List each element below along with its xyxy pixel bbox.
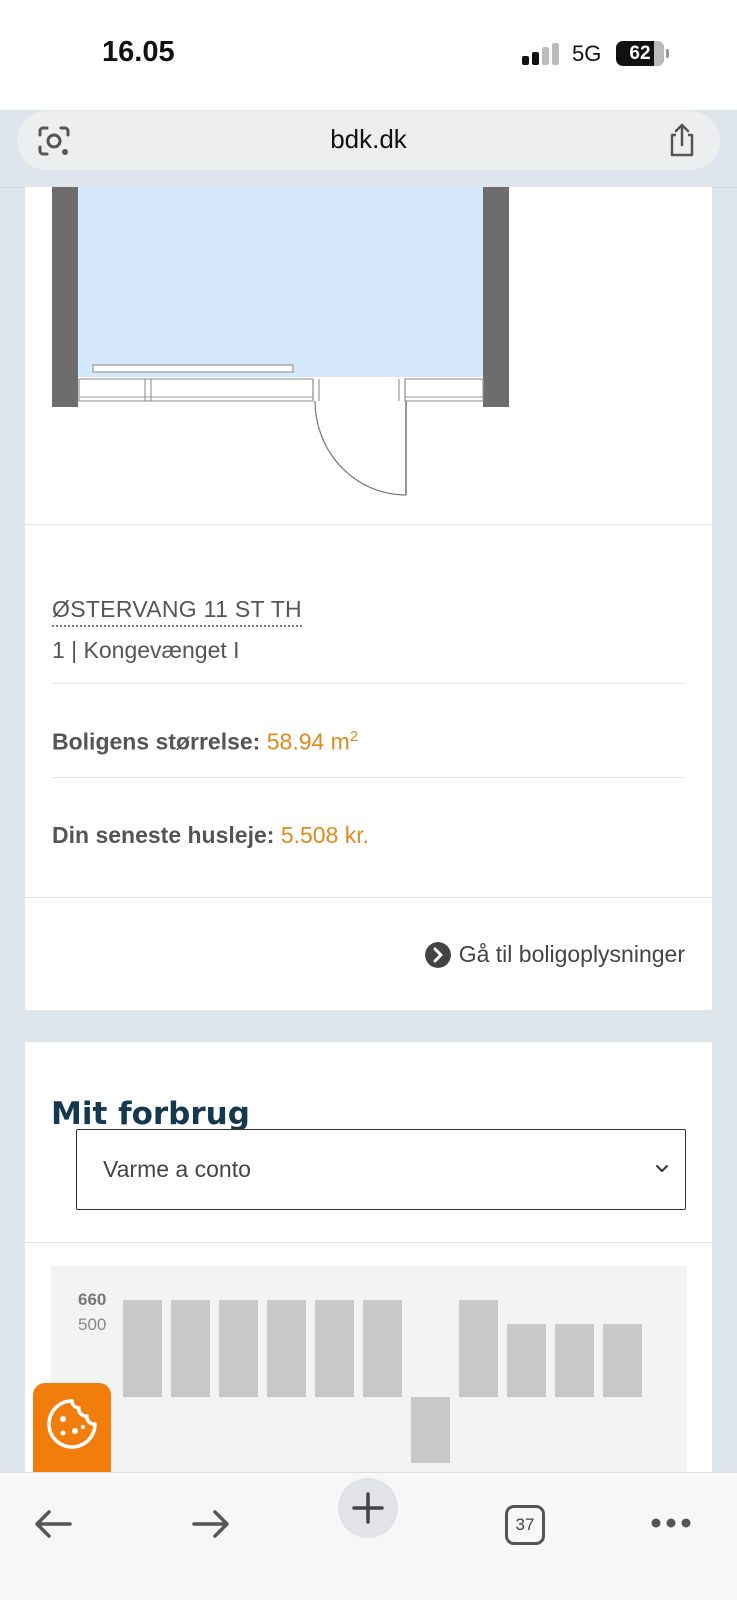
chart-bar[interactable] xyxy=(507,1323,546,1397)
arrow-left-icon[interactable] xyxy=(32,1509,74,1539)
divider xyxy=(25,897,712,898)
y-tick-label: 500 xyxy=(78,1315,107,1334)
residence-rent-row: Din seneste husleje: 5.508 kr. xyxy=(52,822,369,849)
status-time: 16.05 xyxy=(102,36,175,68)
cookie-icon xyxy=(47,1399,97,1449)
floor-plan-image xyxy=(52,187,509,496)
residence-rent-value: 5.508 kr. xyxy=(280,822,370,848)
consumption-type-select[interactable]: Varme a conto xyxy=(76,1129,686,1210)
divider xyxy=(25,524,712,525)
page-content[interactable]: ØSTERVANG 11 ST TH 1 | Kongevænget I Bol… xyxy=(0,187,737,1472)
go-to-residence-info-label[interactable]: Gå til boligoplysninger xyxy=(459,941,685,968)
divider xyxy=(52,777,685,778)
consumption-card: Mit forbrug Varme a conto 660 500 xyxy=(25,1042,712,1472)
battery-icon: 62 xyxy=(616,41,664,66)
chart-bar[interactable] xyxy=(363,1300,402,1397)
chart-bar[interactable] xyxy=(411,1397,450,1464)
url-bar[interactable]: bdk.dk xyxy=(17,111,720,170)
chart-bar[interactable] xyxy=(555,1323,594,1397)
residence-department: 1 | Kongevænget I xyxy=(52,637,240,663)
chart-bar[interactable] xyxy=(315,1300,354,1397)
residence-size-unit: 2 xyxy=(349,728,359,745)
chevron-down-icon xyxy=(656,1165,668,1172)
y-tick-label: 660 xyxy=(78,1290,107,1309)
tab-count: 37 xyxy=(515,1515,535,1534)
chart-bar[interactable] xyxy=(459,1300,498,1397)
chart-bar[interactable] xyxy=(123,1300,162,1397)
divider xyxy=(52,683,685,684)
residence-size-label: Boligens størrelse: xyxy=(52,728,261,755)
more-dots-icon[interactable] xyxy=(650,1517,692,1529)
residence-size-value: 58.94 m xyxy=(266,728,350,755)
consumption-chart: 660 500 xyxy=(51,1266,687,1472)
consumption-type-selected: Varme a conto xyxy=(103,1156,251,1182)
chevron-circle-right-icon xyxy=(424,941,451,968)
go-to-residence-info-link[interactable]: Gå til boligoplysninger xyxy=(424,941,685,968)
consumption-title: Mit forbrug xyxy=(51,1096,250,1132)
network-type: 5G xyxy=(572,41,602,66)
chart-bar[interactable] xyxy=(603,1323,642,1397)
chart-bar[interactable] xyxy=(171,1300,210,1397)
plus-icon[interactable] xyxy=(338,1478,398,1538)
url-text[interactable]: bdk.dk xyxy=(17,124,720,155)
residence-address[interactable]: ØSTERVANG 11 ST TH xyxy=(52,596,302,627)
residence-rent-label: Din seneste husleje: xyxy=(52,822,275,848)
signal-icon xyxy=(522,43,560,65)
battery-tip xyxy=(666,49,669,58)
cookie-settings-button[interactable] xyxy=(33,1383,111,1483)
tabs-icon[interactable]: 37 xyxy=(505,1505,545,1545)
status-bar: 16.05 5G 62 xyxy=(0,0,737,110)
browser-bottom-bar: 37 xyxy=(0,1472,737,1600)
share-icon[interactable] xyxy=(666,121,698,159)
chart-bar[interactable] xyxy=(267,1300,306,1397)
battery-level: 62 xyxy=(629,43,651,64)
residence-card: ØSTERVANG 11 ST TH 1 | Kongevænget I Bol… xyxy=(25,187,712,1010)
residence-size-row: Boligens størrelse: 58.94 m2 xyxy=(52,728,358,756)
chart-bar[interactable] xyxy=(219,1300,258,1397)
divider xyxy=(25,1242,712,1243)
arrow-right-icon[interactable] xyxy=(190,1509,232,1539)
